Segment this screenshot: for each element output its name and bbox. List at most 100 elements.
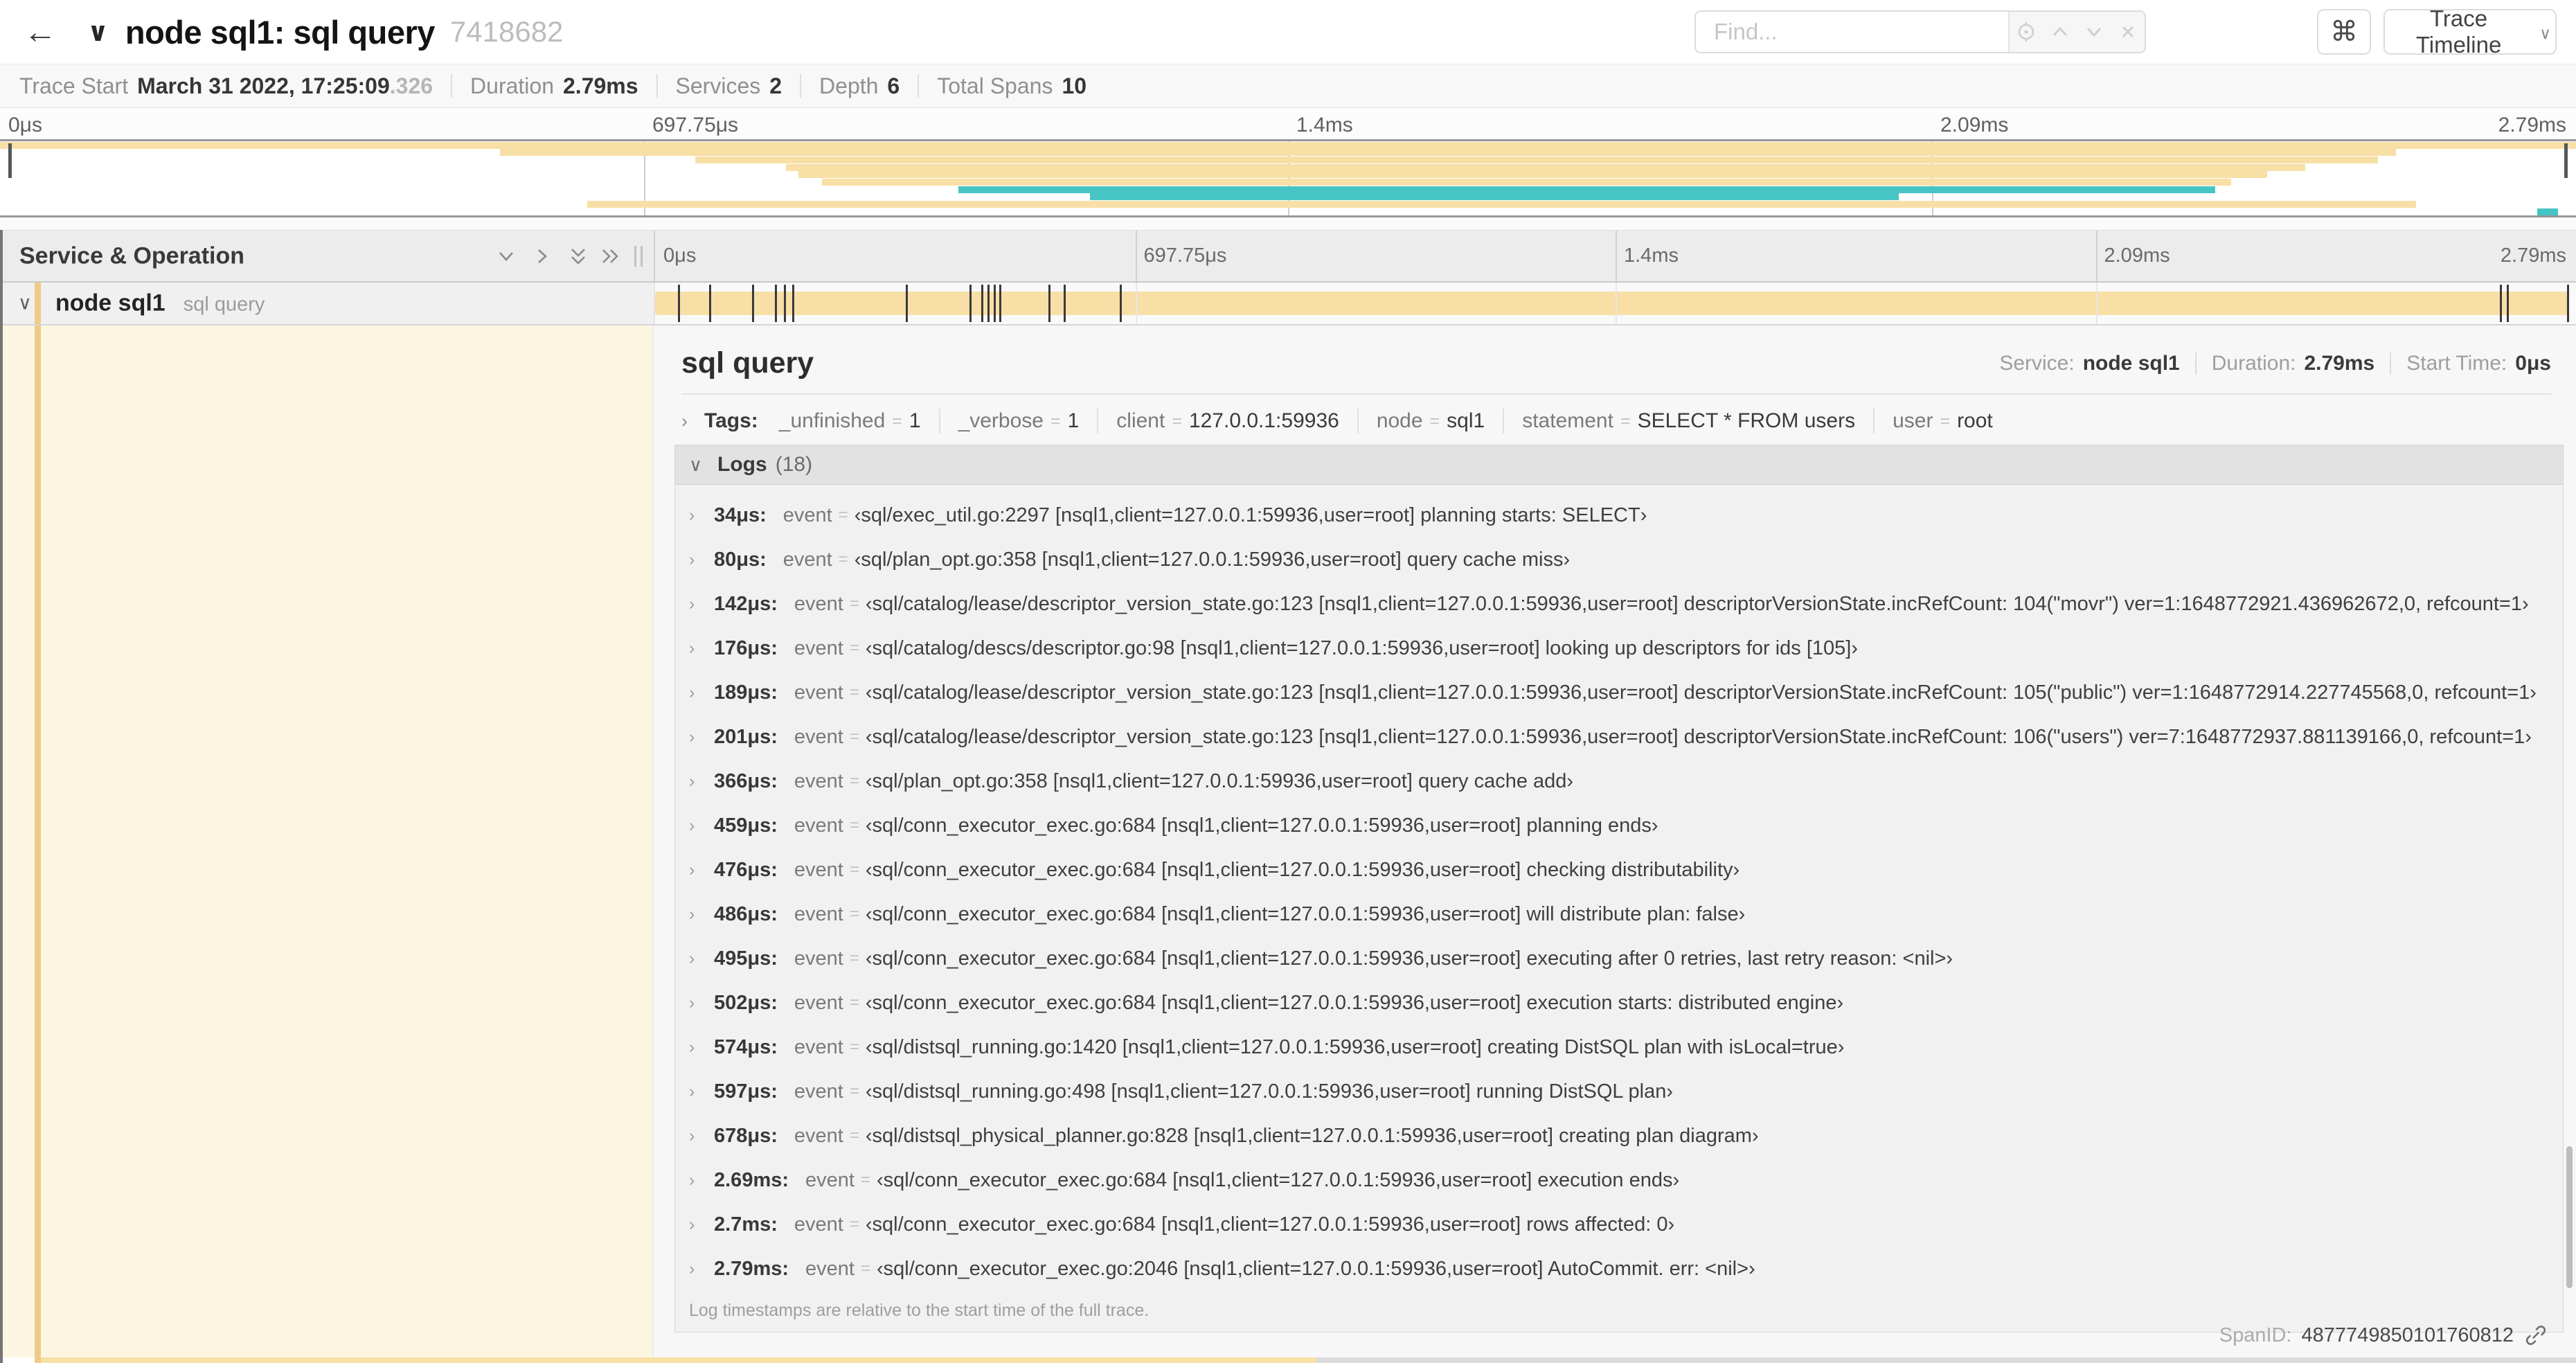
chevron-right-icon: › [689, 1258, 695, 1279]
log-field-equals: = [849, 905, 859, 923]
log-timestamp: 574μs: [714, 1035, 778, 1058]
log-field-value: ‹sql/plan_opt.go:358 [nsql1,client=127.0… [865, 769, 1574, 792]
log-field-equals: = [849, 727, 859, 746]
span-collapse-icon[interactable]: ∨ [18, 293, 32, 314]
log-field-key: event [794, 814, 843, 837]
gridline [1135, 283, 1137, 324]
log-timestamp: 2.79ms: [714, 1257, 789, 1280]
tag-item[interactable]: node = sql1 [1377, 409, 1485, 433]
chevron-right-icon: › [689, 904, 695, 924]
view-selector-label: Trace Timeline [2415, 6, 2502, 57]
column-resizer-grip[interactable] [634, 245, 643, 267]
collapse-all-icon[interactable] [565, 243, 591, 269]
ruler-tick-label: 0μs [8, 114, 42, 136]
find-input[interactable] [1696, 12, 2008, 52]
link-icon[interactable] [2523, 1323, 2548, 1348]
log-row[interactable]: › 366μs: event = ‹sql/plan_opt.go:358 [nsql1… [675, 759, 2563, 803]
command-icon: ⌘ [2330, 17, 2358, 47]
log-row[interactable]: › 495μs: event = ‹sql/conn_executor_exec.go:… [675, 936, 2563, 981]
span-operation-name: sql query [183, 293, 265, 316]
log-marker-tick [709, 285, 712, 322]
timeline-grid-header: Service & Operation 0μs 697.75μs 1.4ms 2.09… [0, 230, 2576, 283]
minimap-span [587, 201, 2417, 208]
gridline [2095, 283, 2098, 324]
collapse-one-icon[interactable] [493, 243, 519, 269]
log-row[interactable]: › 34μs: event = ‹sql/exec_util.go:2297 [nsql… [675, 493, 2563, 537]
log-row[interactable]: › 678μs: event = ‹sql/distsql_physical_plann… [675, 1114, 2563, 1158]
tag-item[interactable]: client = 127.0.0.1:59936 [1116, 409, 1339, 433]
log-row[interactable]: › 176μs: event = ‹sql/catalog/descs/descript… [675, 626, 2563, 670]
collapse-trace-icon[interactable]: ∨ [87, 17, 109, 48]
services-value: 2 [769, 73, 782, 98]
log-field-value: ‹sql/plan_opt.go:358 [nsql1,client=127.0… [854, 548, 1571, 571]
log-field-equals: = [849, 993, 859, 1012]
minimap-canvas[interactable] [0, 139, 2576, 217]
log-field-value: ‹sql/conn_executor_exec.go:684 [nsql1,cl… [865, 1213, 1675, 1236]
log-row[interactable]: › 476μs: event = ‹sql/conn_executor_exec.go:… [675, 848, 2563, 892]
tag-item[interactable]: user = root [1893, 409, 1993, 433]
log-row[interactable]: › 2.7ms: event = ‹sql/conn_executor_exec.go:… [675, 1202, 2563, 1247]
span-timeline-cell[interactable] [654, 283, 2576, 324]
expand-one-icon[interactable] [529, 243, 555, 269]
log-field-equals: = [860, 1170, 870, 1189]
divider [2194, 353, 2197, 375]
log-timestamp: 142μs: [714, 592, 778, 615]
divider [1097, 409, 1099, 434]
trace-minimap: 0μs 697.75μs 1.4ms 2.09ms 2.79ms [0, 109, 2576, 217]
tag-item[interactable]: statement = SELECT * FROM users [1522, 409, 1855, 433]
minimap-span [0, 141, 2576, 149]
log-field-key: event [794, 592, 843, 615]
log-row[interactable]: › 597μs: event = ‹sql/distsql_running.go:498… [675, 1069, 2563, 1114]
tag-key: _verbose [958, 409, 1044, 432]
span-row[interactable]: ∨ node sql1 sql query [0, 283, 2576, 326]
tag-value: 1 [1067, 409, 1080, 432]
log-marker-tick [1119, 285, 1122, 322]
span-id-value: 4877749850101760812 [2301, 1324, 2514, 1346]
log-field-key: event [794, 769, 843, 792]
log-row[interactable]: › 189μs: event = ‹sql/catalog/lease/descript… [675, 670, 2563, 715]
gridline [1616, 231, 1617, 281]
clear-find-icon[interactable] [2116, 19, 2140, 44]
tag-value: 127.0.0.1:59936 [1188, 409, 1339, 432]
tag-equals: = [1050, 411, 1061, 431]
log-field-equals: = [849, 683, 859, 702]
back-button[interactable]: ← [18, 10, 62, 54]
span-duration-bar[interactable] [655, 292, 2569, 315]
log-field-key: event [794, 947, 843, 970]
keyboard-shortcuts-button[interactable]: ⌘ [2317, 9, 2371, 55]
trace-title-group: ∨ node sql1: sql query 7418682 [87, 0, 563, 64]
log-timestamp: 176μs: [714, 636, 778, 659]
total-spans-label: Total Spans [937, 73, 1053, 98]
span-name-cell[interactable]: ∨ node sql1 sql query [0, 283, 654, 324]
minimap-left-scrubber[interactable] [8, 143, 12, 178]
prev-match-icon[interactable] [2048, 19, 2073, 44]
log-field-equals: = [849, 639, 859, 657]
log-row[interactable]: › 2.79ms: event = ‹sql/conn_executor_exec.go… [675, 1247, 2563, 1291]
tag-item[interactable]: _verbose = 1 [958, 409, 1080, 433]
timeline-ruler[interactable]: 0μs 697.75μs 1.4ms 2.09ms 2.79ms [654, 231, 2576, 281]
log-row[interactable]: › 201μs: event = ‹sql/catalog/lease/descript… [675, 715, 2563, 759]
chevron-right-icon: › [689, 815, 695, 835]
vertical-scrollbar[interactable] [2566, 1146, 2573, 1288]
tag-item[interactable]: _unfinished = 1 [779, 409, 921, 433]
log-row[interactable]: › 502μs: event = ‹sql/conn_executor_exec.go:… [675, 981, 2563, 1025]
log-row[interactable]: › 142μs: event = ‹sql/catalog/lease/descript… [675, 582, 2563, 626]
log-row[interactable]: › 459μs: event = ‹sql/conn_executor_exec.go:… [675, 803, 2563, 848]
log-row[interactable]: › 486μs: event = ‹sql/conn_executor_exec.go:… [675, 892, 2563, 936]
tags-accordion[interactable]: › Tags: _unfinished = 1 _verbose = 1 client = 12… [681, 406, 2551, 436]
minimap-right-scrubber[interactable] [2564, 143, 2568, 178]
view-selector-button[interactable]: Trace Timeline ∨ [2383, 6, 2557, 57]
log-row[interactable]: › 80μs: event = ‹sql/plan_opt.go:358 [nsql1,… [675, 537, 2563, 582]
service-name: node sql1 [55, 289, 166, 317]
chevron-right-icon: › [689, 1037, 695, 1057]
next-match-icon[interactable] [2082, 19, 2107, 44]
expand-all-icon[interactable] [597, 243, 623, 269]
log-row[interactable]: › 2.69ms: event = ‹sql/conn_executor_exec.go… [675, 1158, 2563, 1202]
logs-accordion-header[interactable]: ∨ Logs (18) [675, 445, 2563, 485]
scope-icon[interactable] [2014, 19, 2039, 44]
tag-key: client [1116, 409, 1165, 432]
service-operation-header: Service & Operation [0, 231, 654, 281]
log-timestamp: 201μs: [714, 725, 778, 748]
chevron-right-icon: › [689, 682, 695, 702]
log-row[interactable]: › 574μs: event = ‹sql/distsql_running.go:142… [675, 1025, 2563, 1069]
